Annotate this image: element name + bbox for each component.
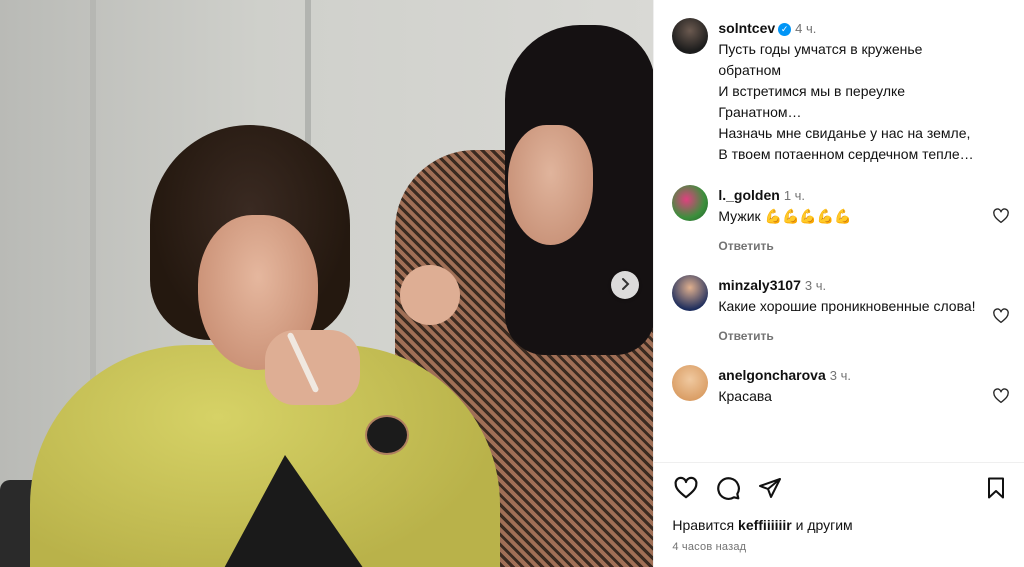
caption-line: Пусть годы умчатся в круженье [718,41,923,57]
like-comment-heart-icon[interactable] [992,387,1010,405]
caption-line: И встретимся мы в переулке [718,83,906,99]
comment-text: Красава [718,388,772,404]
comments-list[interactable]: solntcev ✓ 4 ч. Пусть годы умчатся в круже… [654,0,1024,462]
like-comment-heart-icon[interactable] [992,207,1010,225]
likes-prefix: Нравится [672,517,735,533]
caption-line: Назначь мне свиданье у нас на земле, [718,125,971,141]
comment-time: 1 ч. [783,188,806,203]
instagram-post-view: solntcev ✓ 4 ч. Пусть годы умчатся в круже… [0,0,1024,567]
post-actions-section: Нравится keffiiiiiir и другим 4 часов на… [654,462,1024,567]
bookmark-icon[interactable] [982,474,1010,502]
likes-username[interactable]: keffiiiiiir [738,517,792,533]
comment-item: anelgoncharova 3 ч. Красава [672,365,1010,407]
caption-line: Гранатном… [718,104,802,120]
reply-button[interactable]: Ответить [718,329,773,343]
likes-suffix: и другим [795,517,853,533]
comment-bubble-icon[interactable] [714,474,742,502]
action-bar [672,473,1010,503]
avatar[interactable] [672,185,709,221]
post-time: 4 ч. [795,21,817,36]
comment-username[interactable]: l._golden [718,187,779,203]
caption-line: обратном [718,62,781,78]
artist-hand [400,265,460,325]
paper-plane-icon[interactable] [756,474,784,502]
comment-text: Какие хорошие проникновенные слова! [718,298,976,314]
makeup-artist-face [508,125,593,245]
post-side-panel: solntcev ✓ 4 ч. Пусть годы умчатся в круже… [653,0,1024,567]
comment-username[interactable]: anelgoncharova [718,367,825,383]
sweater-print [215,455,375,567]
post-photo[interactable] [0,0,654,567]
avatar[interactable] [672,275,709,311]
author-username[interactable]: solntcev [718,20,775,36]
heart-icon[interactable] [672,474,700,502]
comment-text: Мужик 💪💪💪💪💪 [718,208,852,224]
avatar[interactable] [672,18,709,54]
comment-item: minzaly3107 3 ч. Какие хорошие проникнове… [672,275,1010,343]
artist-hand [265,330,360,405]
comment-item: l._golden 1 ч. Мужик 💪💪💪💪💪 Ответить [672,185,1010,253]
wrist-watch [365,415,409,455]
avatar[interactable] [672,365,709,401]
next-photo-button[interactable] [611,271,639,299]
posted-ago: 4 часов назад [672,541,747,553]
like-comment-heart-icon[interactable] [992,307,1010,325]
likes-summary[interactable]: Нравится keffiiiiiir и другим [672,517,1010,533]
caption-line: В твоем потаенном сердечном тепле… [718,146,974,162]
comment-time: 3 ч. [804,278,827,293]
comment-time: 3 ч. [829,368,851,383]
reply-button[interactable]: Ответить [718,239,773,253]
chevron-right-icon [618,275,632,296]
verified-badge-icon: ✓ [778,23,792,36]
comment-username[interactable]: minzaly3107 [718,277,801,293]
post-caption: solntcev ✓ 4 ч. Пусть годы умчатся в круже… [672,18,1010,165]
